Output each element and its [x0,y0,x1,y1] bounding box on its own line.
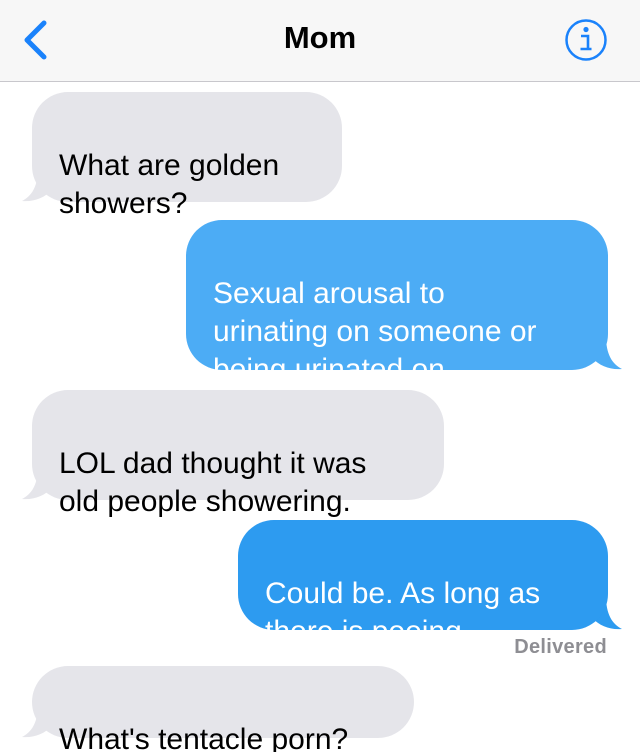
message-bubble-incoming[interactable]: LOL dad thought it was old people shower… [32,390,444,518]
message-bubble-incoming[interactable]: What's tentacle porn? [32,666,414,752]
contact-name[interactable]: Mom [0,18,640,58]
info-circle-icon [565,19,607,61]
message-bubble-outgoing[interactable]: Could be. As long as there is peeing. [238,520,608,648]
message-bubble-outgoing[interactable]: Sexual arousal to urinating on someone o… [186,220,608,386]
message-text: Could be. As long as there is peeing. [265,577,541,648]
message-bubble-incoming[interactable]: What are golden showers? [32,92,342,220]
navigation-bar: Mom [0,0,640,82]
info-button[interactable] [564,18,608,62]
message-text: What's tentacle porn? [59,723,349,752]
delivered-status: Delivered [514,636,607,658]
message-text: LOL dad thought it was old people shower… [59,447,367,518]
message-text: What are golden showers? [59,149,280,220]
message-text: Sexual arousal to urinating on someone o… [213,277,537,386]
